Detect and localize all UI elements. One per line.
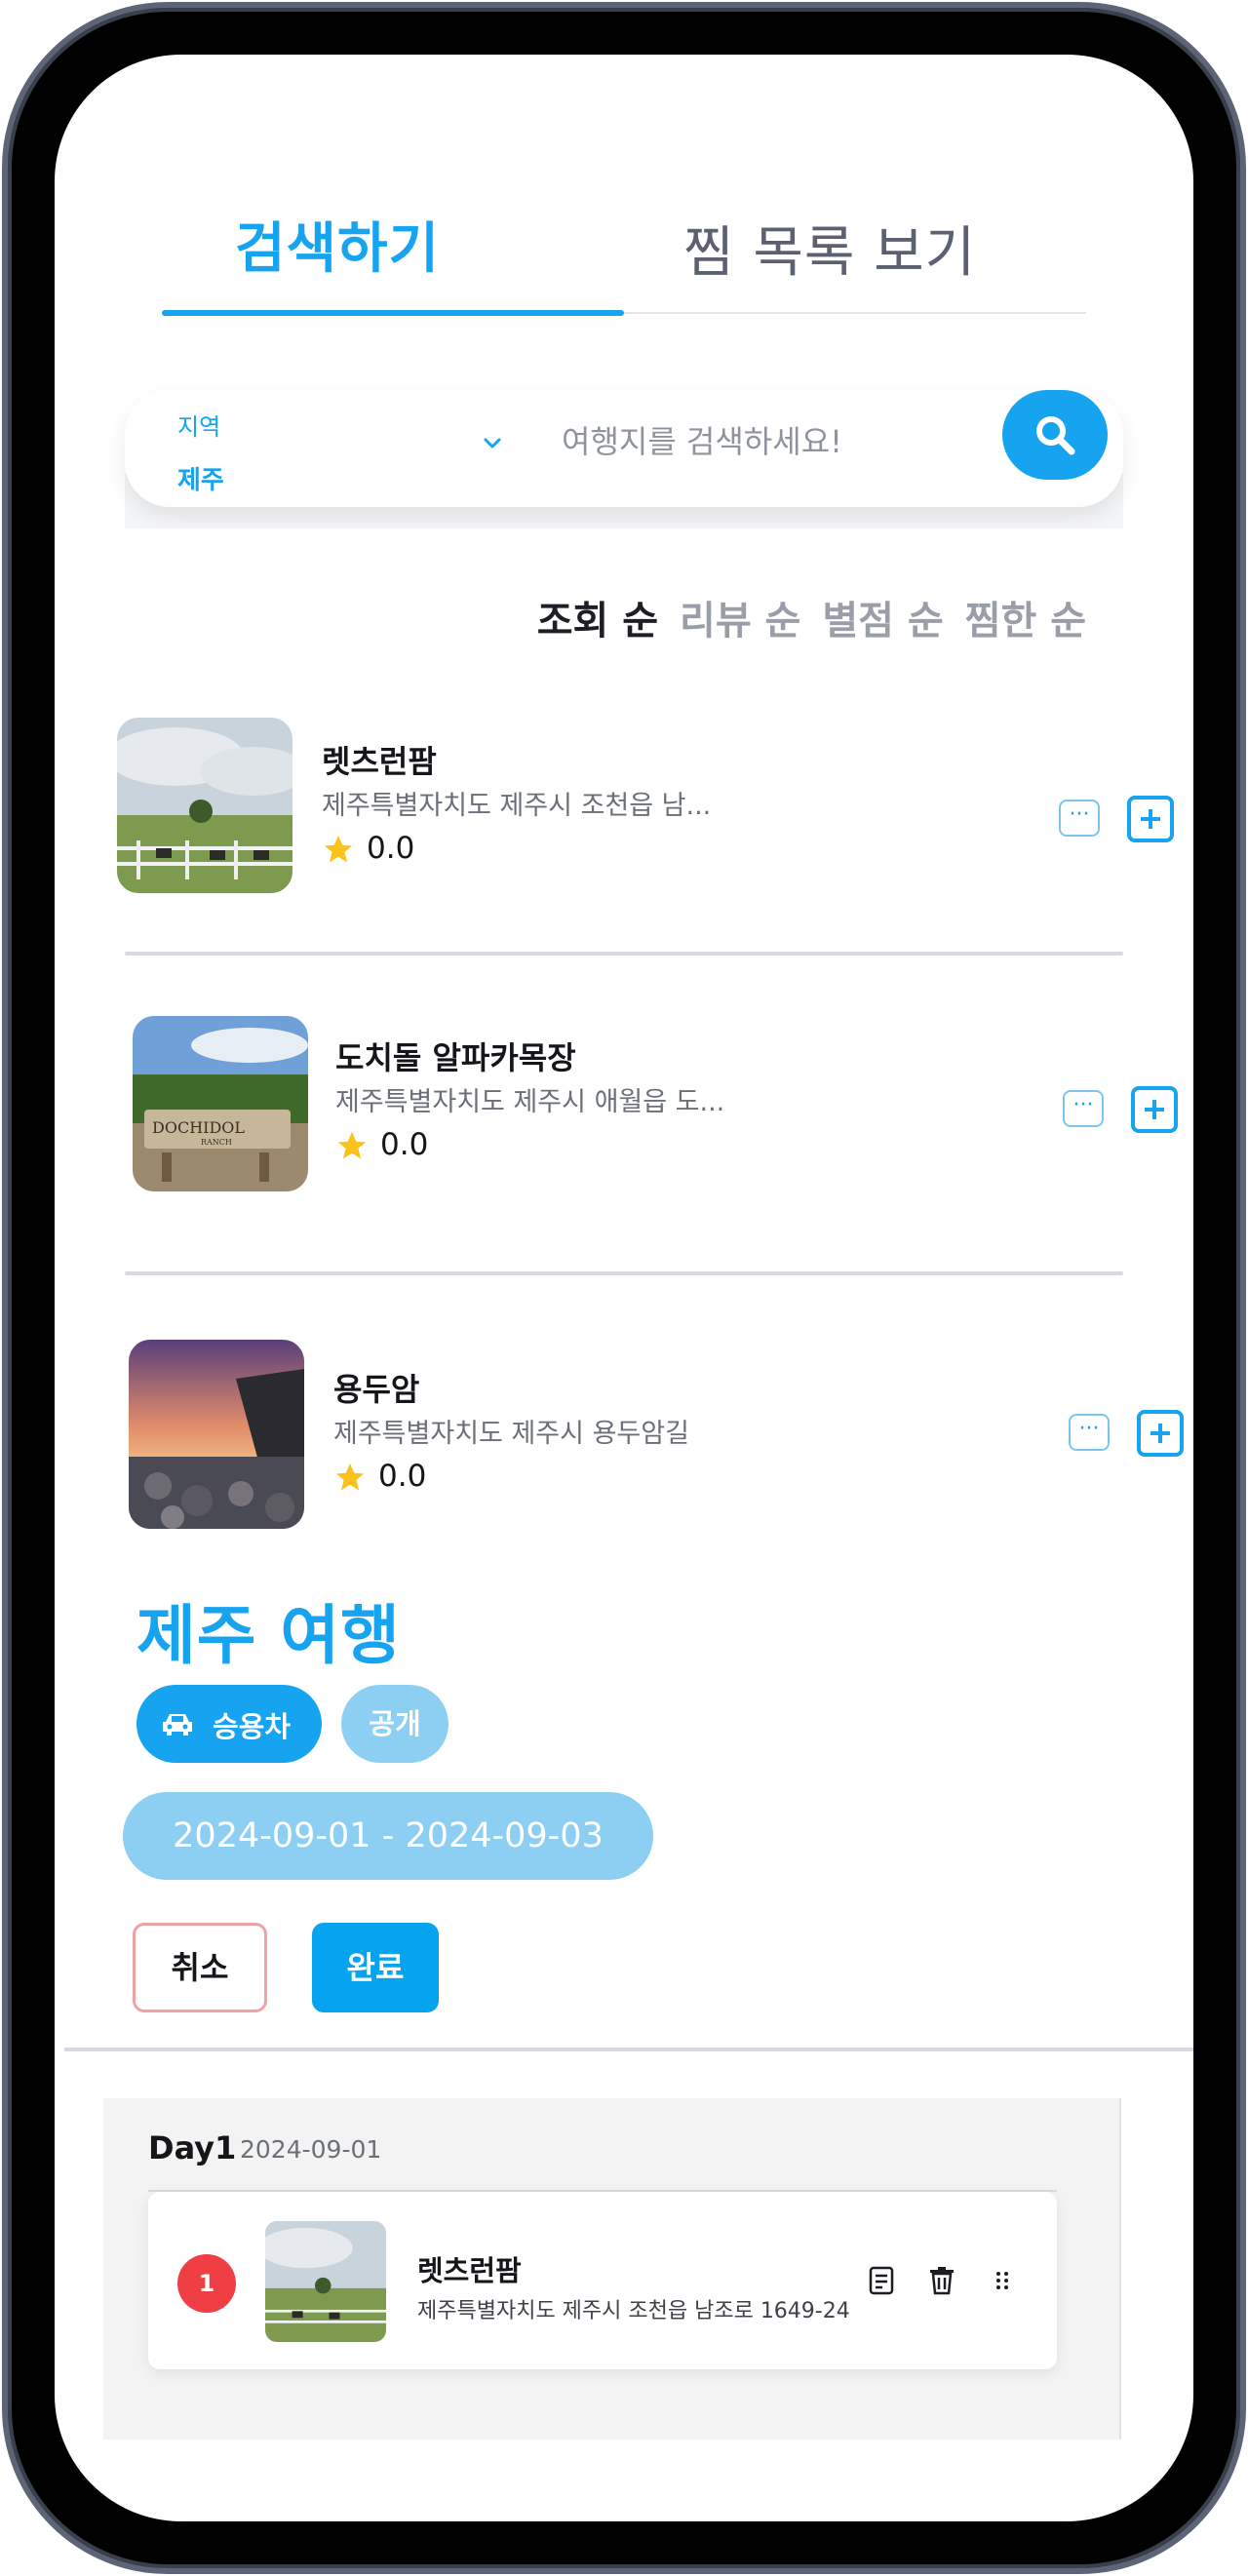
star-icon (324, 835, 353, 863)
trash-icon[interactable] (928, 2266, 956, 2295)
sort-by-saved[interactable]: 찜한 순 (965, 589, 1086, 645)
result-item[interactable]: DOCHIDOL RANCH 도치돌 알파카목장 제주특별자치도 제주시 애월읍… (117, 1016, 1178, 1211)
car-icon (163, 1714, 192, 1736)
place-address: 제주특별자치도 제주시 애월읍 도... (335, 1087, 725, 1117)
search-button[interactable] (1002, 390, 1108, 480)
section-divider (64, 2048, 1193, 2051)
search-input[interactable] (540, 398, 969, 486)
sort-by-reviews[interactable]: 리뷰 순 (680, 589, 800, 645)
place-thumbnail: DOCHIDOL RANCH (133, 1016, 308, 1191)
visibility-chip[interactable]: 공개 (341, 1685, 448, 1763)
star-icon (335, 1463, 365, 1491)
sort-options: 조회 순 리뷰 순 별점 순 찜한 순 (537, 589, 1086, 645)
place-thumbnail (117, 718, 292, 893)
stop-thumbnail (265, 2221, 386, 2342)
result-item[interactable]: 용두암 제주특별자치도 제주시 용두암길 0.0 ··· (117, 1340, 1184, 1535)
add-place-button[interactable] (1131, 1086, 1178, 1133)
itinerary-stop-card[interactable]: 1 렛츠런팜 제주특별자치도 제주시 조천읍 남조로 1649-24 (148, 2192, 1057, 2369)
place-title: 용두암 (333, 1371, 420, 1408)
search-bar: 지역 제주 (125, 390, 1123, 507)
star-icon (337, 1131, 367, 1159)
region-value: 제주 (177, 466, 224, 495)
result-item[interactable]: 렛츠런팜 제주특별자치도 제주시 조천읍 남... 0.0 ··· (117, 718, 1174, 913)
place-address: 제주특별자치도 제주시 용두암길 (333, 1419, 689, 1449)
tab-search[interactable]: 검색하기 (235, 205, 518, 284)
cancel-button[interactable]: 취소 (133, 1923, 267, 2012)
place-title: 렛츠런팜 (322, 743, 437, 780)
place-title: 도치돌 알파카목장 (335, 1039, 576, 1076)
day-date: 2024-09-01 (240, 2135, 382, 2164)
chevron-down-icon (484, 438, 501, 449)
region-select[interactable]: 지역 제주 (125, 390, 534, 497)
phone-frame: 검색하기 찜 목록 보기 지역 제주 조회 순 리뷰 (0, 0, 1248, 2576)
memo-icon[interactable] (868, 2266, 895, 2295)
place-rating: 0.0 (378, 1459, 427, 1494)
stop-address: 제주특별자치도 제주시 조천읍 남조로 1649-24 (417, 2299, 850, 2323)
phone-screen: 검색하기 찜 목록 보기 지역 제주 조회 순 리뷰 (55, 55, 1193, 2521)
stop-title: 렛츠런팜 (417, 2254, 522, 2287)
vehicle-chip[interactable]: 승용차 (136, 1685, 322, 1763)
place-address: 제주특별자치도 제주시 조천읍 남... (322, 791, 712, 821)
place-rating: 0.0 (367, 831, 415, 866)
svg-text:RANCH: RANCH (201, 1138, 232, 1147)
done-button[interactable]: 완료 (312, 1923, 439, 2012)
tab-saved-list[interactable]: 찜 목록 보기 (683, 209, 995, 288)
place-thumbnail (129, 1340, 304, 1529)
stop-number-badge: 1 (177, 2254, 236, 2313)
more-options-button[interactable]: ··· (1069, 1414, 1110, 1451)
active-tab-indicator (162, 310, 624, 316)
more-options-button[interactable]: ··· (1063, 1090, 1104, 1127)
vehicle-label: 승용차 (213, 1710, 292, 1743)
day-panel: Day1 2024-09-01 1 렛츠런팜 제주특별자치도 제주시 조천읍 남… (103, 2098, 1121, 2439)
add-place-button[interactable] (1137, 1410, 1184, 1457)
trip-title: 제주 여행 (136, 1598, 401, 1673)
add-place-button[interactable] (1127, 796, 1174, 842)
sort-by-views[interactable]: 조회 순 (537, 589, 658, 645)
search-icon (1036, 416, 1075, 455)
trip-date-range[interactable]: 2024-09-01 - 2024-09-03 (123, 1792, 653, 1880)
list-divider (125, 1271, 1123, 1275)
drag-handle-icon[interactable] (994, 2270, 1010, 2291)
day-title: Day1 (148, 2129, 237, 2166)
svg-text:DOCHIDOL: DOCHIDOL (152, 1118, 245, 1137)
sort-by-rating[interactable]: 별점 순 (822, 589, 943, 645)
place-rating: 0.0 (380, 1127, 429, 1162)
more-options-button[interactable]: ··· (1059, 800, 1100, 837)
region-label: 지역 (177, 413, 221, 441)
list-divider (125, 952, 1123, 956)
